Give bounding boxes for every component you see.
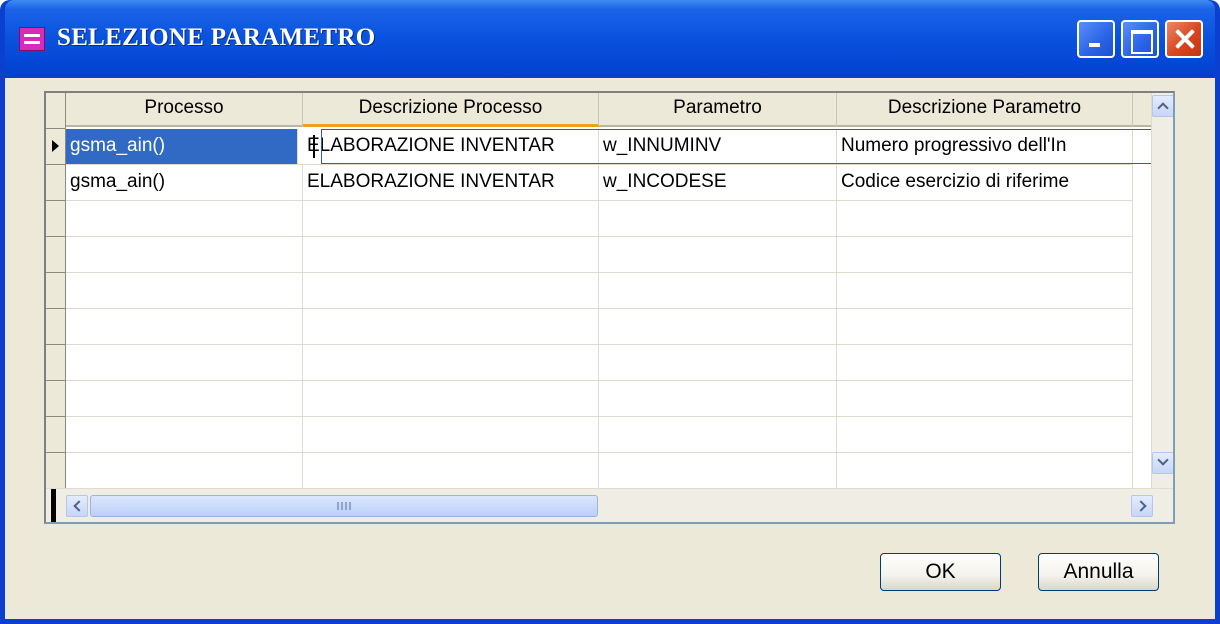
ok-button[interactable]: OK (880, 553, 1001, 591)
scroll-right-icon (1135, 500, 1147, 512)
row-pointer-icon (52, 140, 59, 152)
table-row[interactable]: gsma_ain() ELABORAZIONE INVENTAR w_INNUM… (66, 129, 1153, 165)
row-selector[interactable] (46, 129, 66, 165)
cell-descrizione-processo[interactable]: ELABORAZIONE INVENTAR (303, 165, 599, 200)
cancel-button[interactable]: Annulla (1038, 553, 1159, 591)
cell-parametro[interactable]: w_INNUMINV (599, 129, 837, 164)
table-row[interactable]: gsma_ain() ELABORAZIONE INVENTAR w_INCOD… (66, 165, 1133, 201)
cell-descrizione-parametro[interactable]: Numero progressivo dell'In (837, 129, 1133, 164)
scroll-down-icon (1157, 454, 1169, 466)
row-selector[interactable] (46, 309, 66, 345)
column-header-parametro[interactable]: Parametro (599, 93, 837, 127)
dialog-window: SELEZIONE PARAMETRO Processo Descrizione… (0, 0, 1220, 624)
title-bar[interactable]: SELEZIONE PARAMETRO (5, 0, 1215, 78)
row-selector[interactable] (46, 345, 66, 381)
row-selector[interactable] (46, 273, 66, 309)
empty-row[interactable] (66, 417, 1133, 453)
scroll-up-button[interactable] (1152, 95, 1173, 117)
grid-header: Processo Descrizione Processo Parametro … (66, 93, 1153, 127)
close-button[interactable] (1165, 20, 1203, 58)
row-selector[interactable] (46, 237, 66, 273)
row-selector[interactable] (46, 201, 66, 237)
grip-icon (337, 502, 351, 510)
scroll-left-button[interactable] (66, 495, 88, 517)
empty-row[interactable] (66, 381, 1133, 417)
parameter-grid[interactable]: Processo Descrizione Processo Parametro … (44, 91, 1175, 524)
selector-header (46, 93, 66, 129)
empty-row[interactable] (66, 273, 1133, 309)
empty-row[interactable] (66, 309, 1133, 345)
dialog-body: Processo Descrizione Processo Parametro … (5, 78, 1215, 619)
horizontal-scrollbar[interactable] (46, 488, 1173, 522)
maximize-button[interactable] (1121, 20, 1159, 58)
empty-row[interactable] (66, 201, 1133, 237)
empty-row[interactable] (66, 453, 1133, 489)
row-selector[interactable] (46, 453, 66, 489)
cell-parametro[interactable]: w_INCODESE (599, 165, 837, 200)
scrollbar-edge (51, 489, 56, 522)
column-header-processo[interactable]: Processo (66, 93, 303, 127)
column-header-descrizione-parametro[interactable]: Descrizione Parametro (837, 93, 1133, 127)
minimize-button[interactable] (1077, 20, 1115, 58)
cell-descrizione-parametro[interactable]: Codice esercizio di riferime (837, 165, 1133, 200)
row-selector[interactable] (46, 417, 66, 453)
row-selector[interactable] (46, 381, 66, 417)
scroll-left-icon (73, 500, 85, 512)
column-header-descrizione-processo[interactable]: Descrizione Processo (303, 93, 599, 127)
scroll-right-button[interactable] (1131, 495, 1153, 517)
vertical-scrollbar[interactable] (1151, 93, 1173, 488)
scroll-up-icon (1157, 102, 1169, 114)
cell-processo[interactable]: gsma_ain() (66, 165, 303, 200)
form-icon[interactable] (19, 27, 45, 51)
scroll-thumb[interactable] (90, 495, 598, 517)
empty-row[interactable] (66, 237, 1133, 273)
row-selector-column (46, 93, 66, 522)
empty-row[interactable] (66, 345, 1133, 381)
cell-descrizione-processo[interactable]: ELABORAZIONE INVENTAR (303, 129, 599, 164)
window-title: SELEZIONE PARAMETRO (57, 24, 376, 51)
row-selector[interactable] (46, 165, 66, 201)
cell-processo[interactable]: gsma_ain() (66, 129, 298, 164)
scroll-down-button[interactable] (1152, 452, 1173, 474)
